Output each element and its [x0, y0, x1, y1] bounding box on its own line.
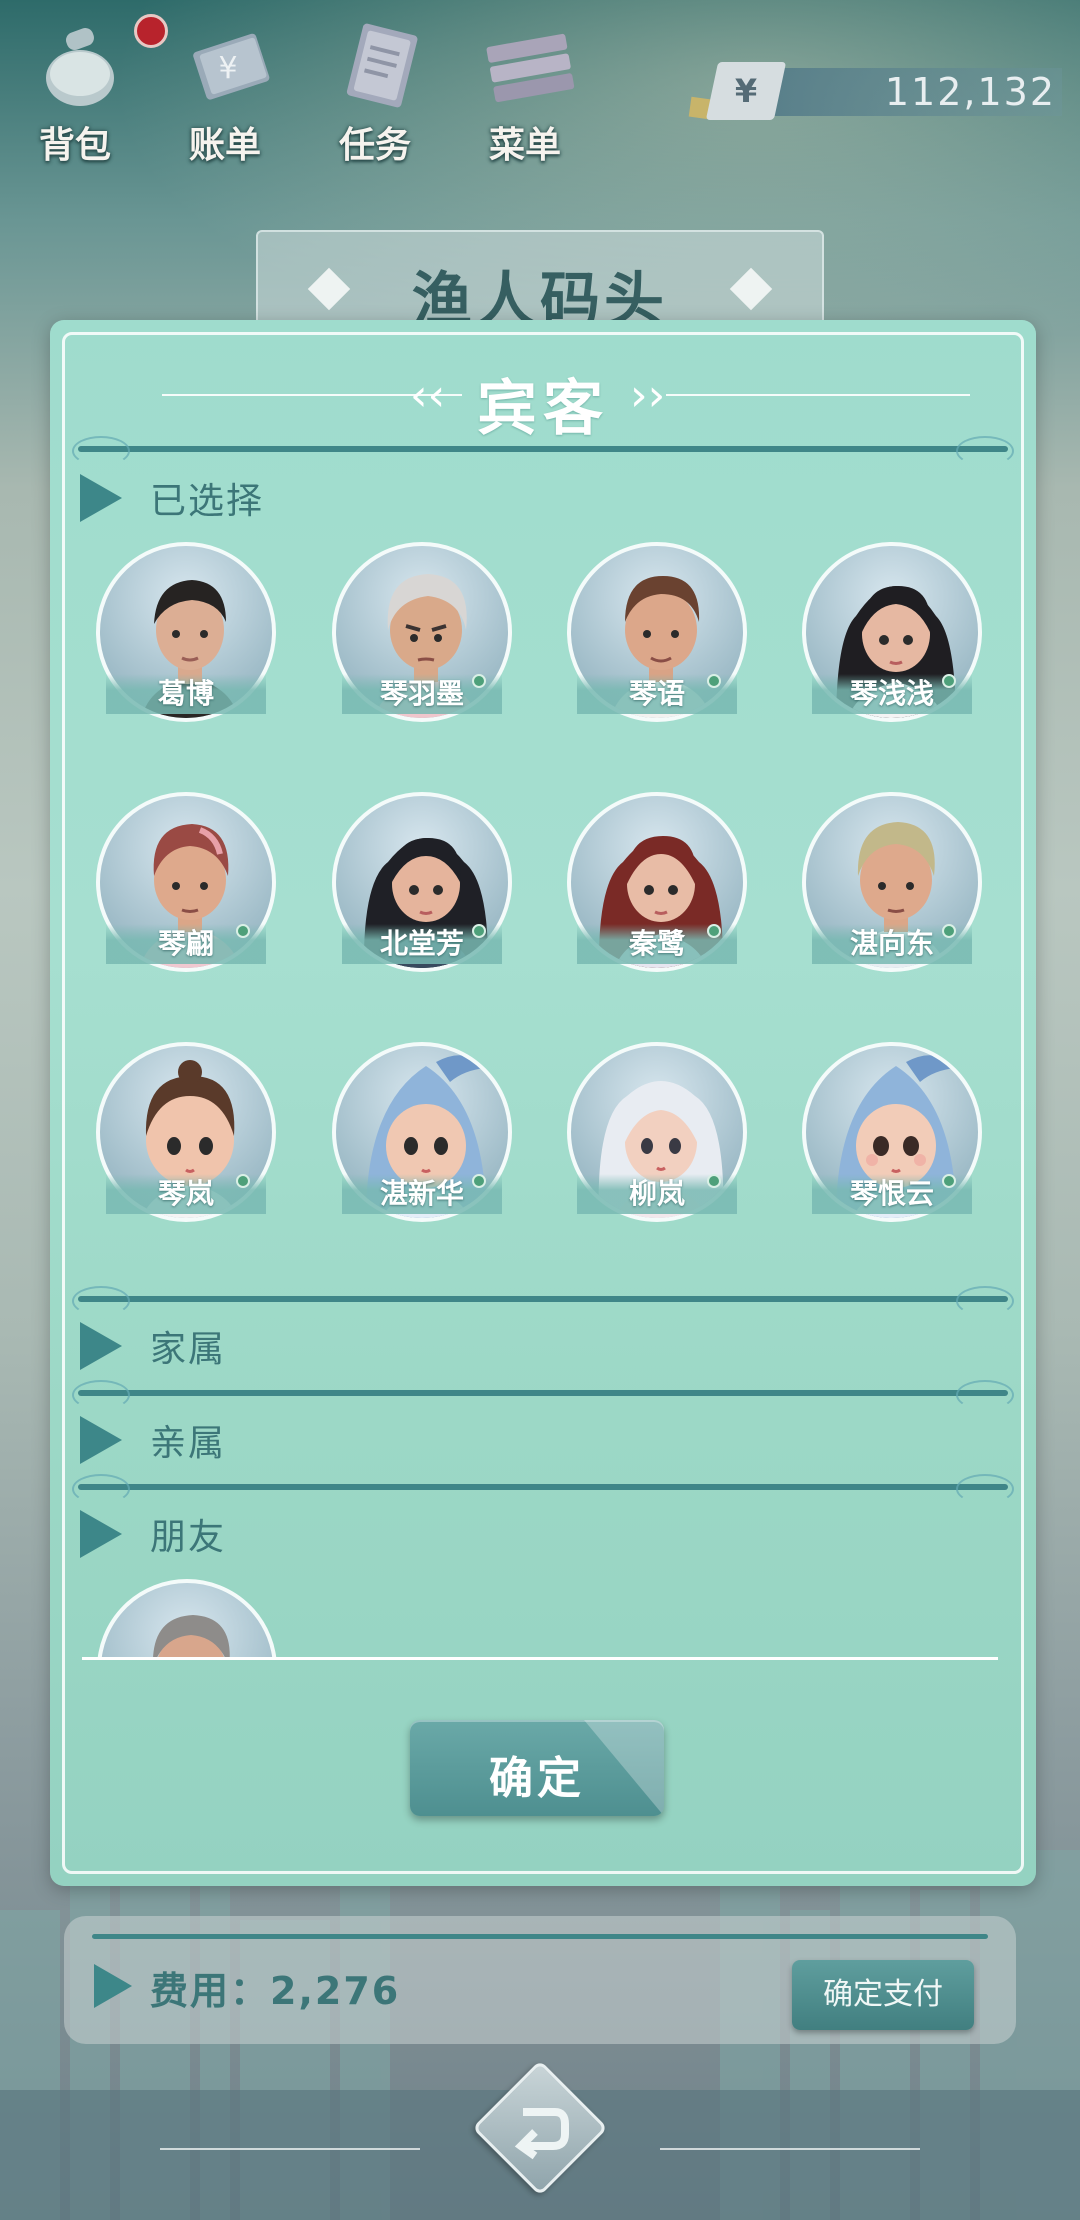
- top-bar: 背包 ¥ 账单 任务 菜单 ¥ 112,132: [0, 0, 1080, 170]
- section-selected[interactable]: 已选择: [80, 466, 780, 526]
- svg-text:¥: ¥: [218, 51, 237, 86]
- guest-avatar[interactable]: 湛新华: [332, 1042, 512, 1222]
- footer-ornament-line: [160, 2148, 420, 2150]
- avatar-frame: [97, 1579, 277, 1659]
- guest-avatar[interactable]: [97, 1579, 277, 1659]
- bill-label: 账单: [188, 125, 261, 166]
- triangle-marker-icon: [80, 1510, 122, 1558]
- section-friends[interactable]: 朋友: [80, 1502, 780, 1562]
- cost-label: 费用：2,276: [150, 1969, 401, 2013]
- section-family[interactable]: 家属: [80, 1314, 780, 1374]
- backpack-button[interactable]: 背包: [10, 18, 140, 166]
- guest-avatar[interactable]: 琴恨云: [802, 1042, 982, 1222]
- status-dot: [472, 674, 486, 688]
- yen-icon: ¥: [705, 62, 787, 120]
- bill-icon: ¥: [193, 33, 270, 100]
- status-dot: [236, 924, 250, 938]
- confirm-label: 确定: [489, 1753, 585, 1804]
- section-selected-label: 已选择: [150, 481, 265, 522]
- section-relatives[interactable]: 亲属: [80, 1408, 780, 1468]
- section-friends-label: 朋友: [150, 1517, 227, 1558]
- avatar-portrait: [153, 1615, 230, 1659]
- money-display: ¥ 112,132: [688, 62, 1070, 120]
- panel-title: 宾客: [477, 374, 609, 444]
- task-label: 任务: [338, 125, 411, 166]
- section-relatives-label: 亲属: [150, 1423, 227, 1464]
- task-button[interactable]: 任务: [310, 18, 440, 166]
- task-icon: [346, 23, 418, 108]
- guest-avatar[interactable]: 北堂芳: [332, 792, 512, 972]
- section-divider: [72, 1380, 1014, 1410]
- status-dot: [707, 674, 721, 688]
- section-divider: [72, 436, 1014, 466]
- backpack-label: 背包: [38, 125, 111, 166]
- status-dot: [707, 1174, 721, 1188]
- bill-button[interactable]: ¥ 账单: [160, 18, 290, 166]
- cost-divider: [92, 1934, 988, 1939]
- section-family-label: 家属: [150, 1329, 227, 1370]
- triangle-marker-icon: [80, 1322, 122, 1370]
- guest-avatar[interactable]: 琴翩: [96, 792, 276, 972]
- section-divider: [72, 1474, 1014, 1504]
- guest-panel: ‹‹ ›› 宾客 已选择 葛博 琴羽墨 琴语 琴浅浅 琴翩 北堂芳 秦鹭 湛向东…: [50, 320, 1036, 1886]
- menu-icon: [486, 33, 575, 103]
- status-dot: [236, 1174, 250, 1188]
- confirm-button[interactable]: 确定: [410, 1720, 664, 1816]
- list-bottom-line: [82, 1657, 998, 1660]
- backpack-icon: [46, 28, 114, 106]
- triangle-marker-icon: [80, 474, 122, 522]
- guest-avatar[interactable]: 秦鹭: [567, 792, 747, 972]
- status-dot: [472, 1174, 486, 1188]
- status-dot: [472, 924, 486, 938]
- cost-bar: 费用：2,276 确定支付: [64, 1916, 1016, 2044]
- status-dot: [942, 674, 956, 688]
- friend-avatar-partial[interactable]: [95, 1575, 285, 1659]
- confirm-payment-button[interactable]: 确定支付: [792, 1960, 974, 2030]
- footer-ornament-line: [660, 2148, 920, 2150]
- back-arrow-icon: [514, 2108, 569, 2160]
- guest-avatar[interactable]: 琴浅浅: [802, 542, 982, 722]
- triangle-marker-icon: [80, 1416, 122, 1464]
- guest-avatar[interactable]: 柳岚: [567, 1042, 747, 1222]
- status-dot: [707, 924, 721, 938]
- status-dot: [942, 924, 956, 938]
- menu-button[interactable]: 菜单: [460, 18, 590, 166]
- guest-avatar[interactable]: 琴羽墨: [332, 542, 512, 722]
- guest-avatar[interactable]: 琴语: [567, 542, 747, 722]
- menu-label: 菜单: [488, 125, 561, 166]
- section-divider: [72, 1286, 1014, 1316]
- guest-avatar[interactable]: 湛向东: [802, 792, 982, 972]
- guest-avatar[interactable]: 琴岚: [96, 1042, 276, 1222]
- triangle-marker-icon: [94, 1964, 132, 2008]
- guest-avatar[interactable]: 葛博: [96, 542, 276, 722]
- guest-name: 葛博: [106, 674, 266, 714]
- panel-header: ‹‹ ›› 宾客: [50, 360, 1036, 444]
- status-dot: [942, 1174, 956, 1188]
- money-amount: 112,132: [884, 70, 1056, 114]
